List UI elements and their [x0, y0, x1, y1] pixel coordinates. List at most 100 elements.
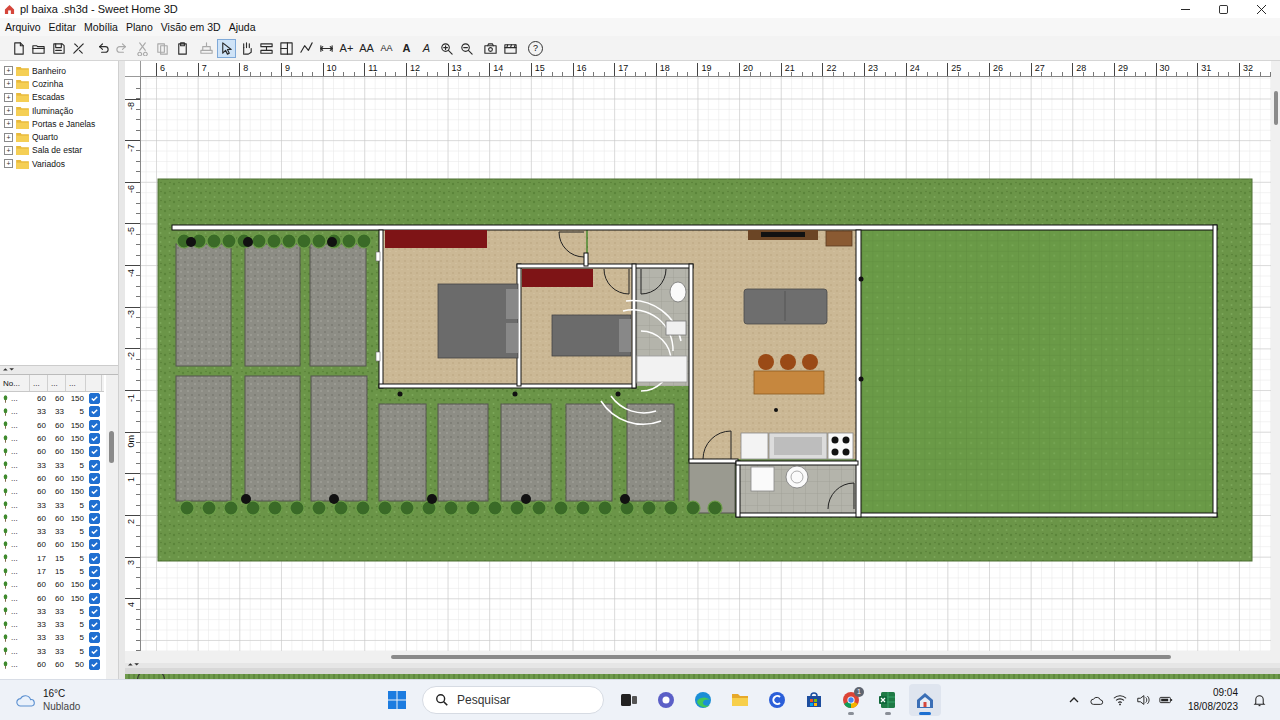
- table-scrollbar[interactable]: [106, 375, 118, 679]
- file-explorer-button[interactable]: [724, 684, 756, 716]
- table-row[interactable]: ...6060150: [0, 472, 104, 485]
- text-style-button[interactable]: A: [417, 39, 436, 58]
- edge-button[interactable]: [687, 684, 719, 716]
- visible-checkbox[interactable]: [89, 606, 100, 617]
- 3d-view[interactable]: [125, 668, 1280, 679]
- table-row[interactable]: ...33335: [0, 618, 104, 631]
- chrome-button[interactable]: 1: [835, 684, 867, 716]
- toolbar-button[interactable]: [197, 39, 216, 58]
- expander[interactable]: +: [4, 66, 13, 75]
- chat-button[interactable]: [650, 684, 682, 716]
- sweet-home-button[interactable]: [909, 684, 941, 716]
- expander[interactable]: +: [4, 133, 13, 142]
- visible-checkbox[interactable]: [89, 500, 100, 511]
- mode-button[interactable]: [217, 39, 236, 58]
- menu-item[interactable]: Plano: [122, 21, 157, 33]
- wifi-icon[interactable]: [1113, 694, 1127, 706]
- mode-button[interactable]: [237, 39, 256, 58]
- table-row[interactable]: ...6060150: [0, 419, 104, 432]
- column-header[interactable]: No...: [0, 375, 30, 391]
- text-style-button[interactable]: A+: [337, 39, 356, 58]
- expander[interactable]: +: [4, 93, 13, 102]
- plan-canvas[interactable]: [141, 77, 1271, 651]
- visible-checkbox[interactable]: [89, 526, 100, 537]
- clock[interactable]: 09:0418/08/2023: [1188, 686, 1238, 714]
- visible-checkbox[interactable]: [89, 659, 100, 670]
- expander[interactable]: +: [4, 119, 13, 128]
- chevron-up-icon[interactable]: [1067, 694, 1081, 706]
- visible-checkbox[interactable]: [89, 446, 100, 457]
- toolbar-button[interactable]: [173, 39, 192, 58]
- catalog-item[interactable]: +Sala de estar: [0, 144, 118, 157]
- visible-checkbox[interactable]: [89, 486, 100, 497]
- catalog-item[interactable]: +Banheiro: [0, 64, 118, 77]
- plan-horizontal-scrollbar[interactable]: [125, 651, 1271, 663]
- table-row[interactable]: ...6060150: [0, 512, 104, 525]
- mode-button[interactable]: [257, 39, 276, 58]
- toolbar-button[interactable]: [9, 39, 28, 58]
- table-row[interactable]: ...17155: [0, 565, 104, 578]
- toolbar-button[interactable]: [153, 39, 172, 58]
- volume-icon[interactable]: [1136, 694, 1150, 706]
- visible-checkbox[interactable]: [89, 539, 100, 550]
- toolbar-button[interactable]: [133, 39, 152, 58]
- toolbar-button[interactable]: [49, 39, 68, 58]
- text-style-button[interactable]: AA: [357, 39, 376, 58]
- column-header[interactable]: ...: [30, 375, 48, 391]
- expander[interactable]: +: [4, 106, 13, 115]
- toolbar-button[interactable]: [481, 39, 500, 58]
- vertical-splitter[interactable]: [118, 61, 125, 679]
- catalog-item[interactable]: +Variados: [0, 157, 118, 170]
- visible-checkbox[interactable]: [89, 406, 100, 417]
- toolbar-button[interactable]: [29, 39, 48, 58]
- table-row[interactable]: ...33335: [0, 645, 104, 658]
- table-row[interactable]: ...33335: [0, 458, 104, 471]
- visible-checkbox[interactable]: [89, 632, 100, 643]
- visible-checkbox[interactable]: [89, 619, 100, 630]
- toolbar-button[interactable]: [501, 39, 520, 58]
- store-button[interactable]: [798, 684, 830, 716]
- close-button[interactable]: [1242, 0, 1280, 18]
- plan-vertical-scrollbar[interactable]: [1271, 61, 1280, 663]
- table-row[interactable]: ...6060150: [0, 591, 104, 604]
- onedrive-icon[interactable]: [1090, 694, 1104, 706]
- table-row[interactable]: ...6060150: [0, 578, 104, 591]
- visible-checkbox[interactable]: [89, 473, 100, 484]
- table-row[interactable]: ...33335: [0, 605, 104, 618]
- catalog-item[interactable]: +Cozinha: [0, 77, 118, 90]
- mode-button[interactable]: [277, 39, 296, 58]
- mode-button[interactable]: [297, 39, 316, 58]
- menu-item[interactable]: Editar: [45, 21, 80, 33]
- table-row[interactable]: ...6060150: [0, 392, 104, 405]
- help-button[interactable]: ?: [526, 39, 545, 58]
- expander[interactable]: +: [4, 79, 13, 88]
- table-row[interactable]: ...6060150: [0, 445, 104, 458]
- column-header[interactable]: [86, 375, 102, 391]
- toolbar-button[interactable]: [69, 39, 88, 58]
- table-row[interactable]: ...606050: [0, 658, 104, 671]
- visible-checkbox[interactable]: [89, 460, 100, 471]
- table-row[interactable]: ...33335: [0, 405, 104, 418]
- start-button[interactable]: [381, 684, 413, 716]
- toolbar-button[interactable]: [113, 39, 132, 58]
- table-row[interactable]: ...6060150: [0, 538, 104, 551]
- mode-button[interactable]: [317, 39, 336, 58]
- floor-plan[interactable]: [141, 77, 1271, 651]
- notification-icon[interactable]: [1253, 694, 1266, 707]
- table-row[interactable]: ...33335: [0, 631, 104, 644]
- visible-checkbox[interactable]: [89, 553, 100, 564]
- visible-checkbox[interactable]: [89, 420, 100, 431]
- toolbar-button[interactable]: [437, 39, 456, 58]
- table-row[interactable]: ...33335: [0, 498, 104, 511]
- task-view-button[interactable]: [613, 684, 645, 716]
- catalog-item[interactable]: +Escadas: [0, 91, 118, 104]
- catalog-item[interactable]: +Portas e Janelas: [0, 117, 118, 130]
- column-header[interactable]: ...: [48, 375, 66, 391]
- search-box[interactable]: Pesquisar: [422, 686, 604, 714]
- table-row[interactable]: ...6060150: [0, 432, 104, 445]
- visible-checkbox[interactable]: [89, 579, 100, 590]
- excel-button[interactable]: [872, 684, 904, 716]
- toolbar-button[interactable]: [457, 39, 476, 58]
- menu-item[interactable]: Visão em 3D: [157, 21, 225, 33]
- table-row[interactable]: ...33335: [0, 525, 104, 538]
